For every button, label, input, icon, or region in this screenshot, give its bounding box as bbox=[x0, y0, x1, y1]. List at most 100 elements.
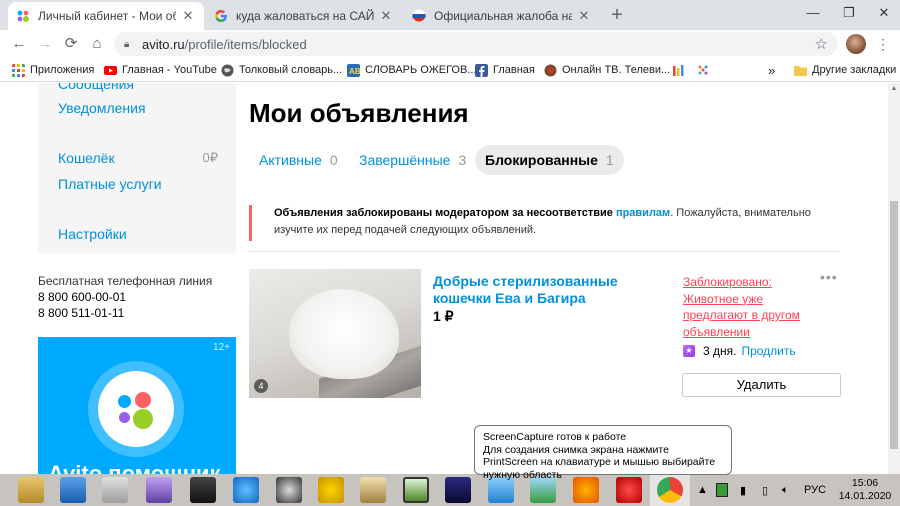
rules-link[interactable]: правилам bbox=[616, 207, 670, 219]
clock-time: 15:06 bbox=[851, 477, 879, 489]
tab-count: 1 bbox=[605, 152, 614, 168]
bookmark-label: Приложения bbox=[30, 64, 95, 76]
keyboard-icon[interactable] bbox=[102, 477, 128, 503]
media-player-icon[interactable] bbox=[276, 477, 302, 503]
file-explorer-icon[interactable] bbox=[18, 477, 44, 503]
promotion-row: ★ 3 дня. Продлить bbox=[683, 344, 796, 358]
stellarium-icon[interactable] bbox=[445, 477, 471, 503]
blocked-notice: Объявления заблокированы модератором за … bbox=[249, 205, 839, 241]
system-clock[interactable]: 15:06 14.01.2020 bbox=[836, 477, 894, 503]
more-actions-icon[interactable]: ••• bbox=[820, 269, 838, 285]
bookmark-colorful[interactable] bbox=[672, 61, 690, 79]
lock-icon: 🔒︎ bbox=[124, 38, 130, 50]
scroll-up-icon[interactable]: ▲ bbox=[890, 85, 898, 93]
bookmark-tolkovy-slovar[interactable]: Толковый словарь... bbox=[221, 61, 342, 79]
bookmark-online-tv[interactable]: Онлайн ТВ. Телеви... bbox=[544, 61, 670, 79]
tooltip-title: ScreenCapture готов к работе bbox=[483, 431, 627, 443]
dictionary-icon: AB bbox=[347, 63, 360, 77]
sidebar-item-settings[interactable]: Настройки bbox=[58, 226, 127, 242]
globe-icon bbox=[221, 64, 234, 76]
phone-number: 8 800 600-00-01 bbox=[38, 290, 127, 304]
sidebar-item-paid-services[interactable]: Платные услуги bbox=[58, 176, 162, 192]
divider bbox=[249, 251, 839, 252]
new-tab-button[interactable]: + bbox=[607, 4, 627, 27]
tab-count: 0 bbox=[329, 152, 338, 168]
page-scrollbar[interactable]: ▲ bbox=[888, 83, 900, 474]
bars-icon bbox=[673, 64, 684, 76]
aimp-icon[interactable] bbox=[318, 477, 344, 503]
profile-sidebar: Сообщения Уведомления Кошелёк 0₽ Платные… bbox=[38, 83, 236, 253]
tab-completed-items[interactable]: Завершённые 3 bbox=[359, 145, 466, 175]
tab-lichny-kabinet[interactable]: Личный кабинет - Мои объявл ✕ bbox=[8, 2, 204, 30]
url-host: avito.ru bbox=[142, 36, 185, 52]
address-bar[interactable]: 🔒︎ avito.ru /profile/items/blocked ☆ bbox=[114, 32, 838, 56]
bookmarks-bar: Приложения Главная - YouTube Толковый сл… bbox=[0, 58, 900, 82]
language-indicator[interactable]: РУС bbox=[804, 474, 826, 506]
tab-label: Блокированные bbox=[485, 152, 598, 168]
bookmark-youtube[interactable]: Главная - YouTube bbox=[104, 61, 217, 79]
profile-avatar[interactable] bbox=[846, 34, 866, 54]
close-window-button[interactable]: ✕ bbox=[866, 0, 900, 30]
dots-icon bbox=[698, 65, 708, 74]
back-button[interactable]: ← bbox=[8, 33, 30, 55]
other-bookmarks-folder[interactable]: Другие закладки bbox=[794, 61, 896, 79]
avito-assistant-banner[interactable]: 12+ Avito помощник bbox=[38, 337, 236, 474]
reload-button[interactable]: ⟳ bbox=[60, 33, 82, 55]
browser-tab-strip: Личный кабинет - Мои объявл ✕ куда жалов… bbox=[0, 0, 900, 30]
photo-cat bbox=[289, 289, 399, 379]
wallet-balance: 0₽ bbox=[202, 150, 218, 165]
scrollbar-thumb[interactable] bbox=[890, 201, 898, 449]
avito-logo-icon bbox=[98, 371, 174, 447]
computer-icon[interactable] bbox=[60, 477, 86, 503]
bookmark-label: Толковый словарь... bbox=[239, 64, 343, 76]
volume-icon[interactable]: 🔈︎ bbox=[782, 474, 789, 506]
more-bookmarks-button[interactable]: » bbox=[768, 61, 775, 79]
browser-menu-icon[interactable]: ⋮ bbox=[876, 34, 890, 54]
app-icon[interactable] bbox=[146, 477, 172, 503]
windows-taskbar: ▲ ▮ ▯ 🔈︎ РУС 15:06 14.01.2020 bbox=[0, 474, 900, 506]
tab-blocked-items[interactable]: Блокированные 1 bbox=[475, 145, 624, 175]
battery-icon[interactable]: ▯ bbox=[762, 474, 768, 506]
forward-button[interactable]: → bbox=[34, 33, 56, 55]
tab-label: Активные bbox=[259, 152, 322, 168]
item-title-link[interactable]: Добрые стерилизованные кошечки Ева и Баг… bbox=[433, 273, 673, 307]
globe-app-icon[interactable] bbox=[233, 477, 259, 503]
tab-google-search[interactable]: куда жаловаться на САЙТ авит ✕ bbox=[206, 2, 402, 30]
tv-icon bbox=[544, 64, 557, 76]
apps-icon bbox=[12, 63, 25, 77]
tab-official-complaint[interactable]: Официальная жалоба на руков ✕ bbox=[404, 2, 600, 30]
minimize-button[interactable]: — bbox=[795, 0, 831, 30]
extend-link[interactable]: Продлить bbox=[741, 344, 795, 358]
bookmark-label: Другие закладки bbox=[812, 64, 897, 76]
bookmark-star-icon[interactable]: ☆ bbox=[815, 35, 828, 53]
close-tab-icon[interactable]: ✕ bbox=[180, 8, 196, 24]
bookmark-dots[interactable] bbox=[697, 61, 715, 79]
bookmark-label: Онлайн ТВ. Телеви... bbox=[562, 64, 671, 76]
close-tab-icon[interactable]: ✕ bbox=[576, 8, 592, 24]
photo-count-badge: 4 bbox=[254, 379, 268, 393]
network-icon[interactable]: ▮ bbox=[740, 474, 746, 506]
sidebar-item-wallet[interactable]: Кошелёк bbox=[58, 150, 115, 166]
blocked-reason-link[interactable]: Заблокировано: Животное уже предлагают в… bbox=[683, 274, 813, 340]
phone-number: 8 800 511-01-11 bbox=[38, 306, 125, 320]
delete-button[interactable]: Удалить bbox=[682, 373, 841, 397]
bookmark-slovar-ozhegova[interactable]: AB СЛОВАРЬ ОЖЕГОВ... bbox=[347, 61, 476, 79]
tool-icon[interactable] bbox=[360, 477, 386, 503]
tab-active-items[interactable]: Активные 0 bbox=[259, 145, 338, 175]
item-photo[interactable]: 4 bbox=[249, 269, 421, 398]
screencapture-app-icon[interactable] bbox=[403, 477, 429, 503]
phone-line-label: Бесплатная телефонная линия bbox=[38, 274, 213, 288]
calendar-321-icon[interactable] bbox=[190, 477, 216, 503]
bookmark-facebook[interactable]: Главная bbox=[475, 61, 535, 79]
sidebar-item-messages[interactable]: Сообщения bbox=[58, 83, 134, 92]
svg-text:AB: AB bbox=[349, 67, 360, 76]
maximize-button[interactable]: ❐ bbox=[831, 0, 867, 30]
sidebar-item-notifications[interactable]: Уведомления bbox=[58, 100, 146, 116]
bookmark-label: СЛОВАРЬ ОЖЕГОВ... bbox=[365, 64, 477, 76]
age-rating: 12+ bbox=[213, 342, 230, 353]
bookmark-apps[interactable]: Приложения bbox=[12, 61, 94, 79]
home-button[interactable]: ⌂ bbox=[86, 33, 108, 55]
promo-days: 3 дня. bbox=[703, 344, 737, 358]
screencapture-tooltip[interactable]: ScreenCapture готов к работе Для создани… bbox=[474, 425, 732, 481]
close-tab-icon[interactable]: ✕ bbox=[378, 8, 394, 24]
